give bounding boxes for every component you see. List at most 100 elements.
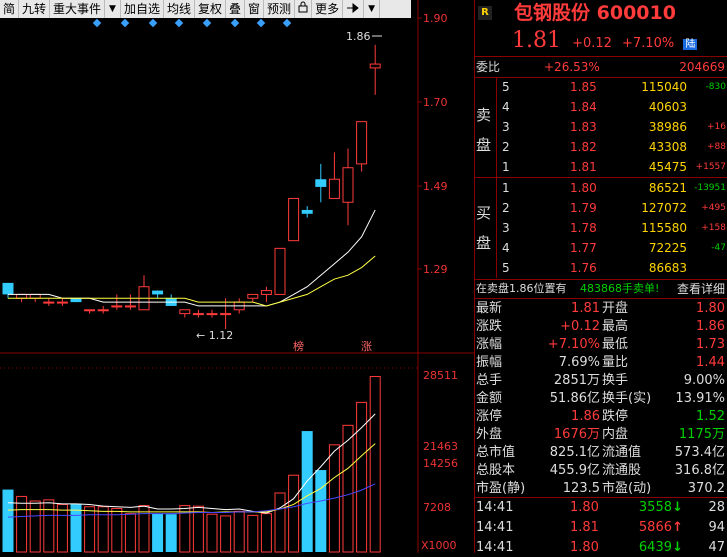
toolbar-window-button[interactable]: 窗 [245, 0, 265, 18]
stat-value: 1.52 [696, 409, 725, 424]
event-marker-icon[interactable] [120, 18, 130, 28]
high-price-label: 1.86 [346, 30, 371, 43]
tick-row: 14:41 1.80 6439 ↓ 47 [474, 539, 727, 557]
volume-bar [84, 506, 96, 553]
candle-body [260, 290, 272, 295]
candle-body [97, 309, 109, 312]
lock-icon[interactable] [295, 0, 313, 18]
volume-bar [220, 515, 232, 553]
price-line: 1.81 +0.12 +7.10% 陆 [512, 28, 698, 54]
sell-row[interactable]: 2 1.82 43308 +88 [474, 138, 727, 156]
stat-value: 1676万 [553, 427, 600, 442]
arrow-up-icon: ↑ [672, 520, 683, 535]
stat-label: 总股本 [476, 463, 516, 478]
buy-row[interactable]: 4 1.77 72225 -47 [474, 239, 727, 257]
order-change: -47 [711, 243, 726, 253]
volume-bar [2, 489, 14, 552]
tag-bang: 榜 [293, 339, 304, 353]
tick-row: 14:41 1.81 5866 ↑ 94 [474, 519, 727, 537]
toolbar-simple-button[interactable]: 简 [0, 0, 20, 18]
stat-value: 1.86 [571, 409, 600, 424]
event-marker-icon[interactable] [174, 18, 184, 28]
toolbar-dropdown-icon[interactable]: ▼ [105, 0, 121, 18]
candle-body [274, 247, 286, 295]
stat-value: 573.4亿 [674, 445, 725, 460]
toolbar-forecast-button[interactable]: 预测 [264, 0, 296, 18]
order-volume: 86521 [648, 181, 687, 195]
stat-value: 1.81 [571, 301, 600, 316]
order-volume: 86683 [648, 261, 687, 275]
order-price: 1.78 [570, 221, 597, 235]
event-marker-icon[interactable] [282, 18, 292, 28]
toolbar-overlay-button[interactable]: 叠 [226, 0, 246, 18]
candle-body [111, 305, 123, 308]
sell-row[interactable]: 3 1.83 38986 +16 [474, 118, 727, 136]
event-marker-icon[interactable] [202, 18, 212, 28]
order-change: +495 [701, 203, 726, 213]
toolbar-more-button[interactable]: 更多 [312, 0, 344, 18]
order-volume: 127072 [641, 201, 687, 215]
buy-row[interactable]: 5 1.76 86683 [474, 259, 727, 277]
tick-time: 14:41 [476, 500, 514, 515]
event-marker-icon[interactable] [92, 18, 102, 28]
notice-detail-link[interactable]: 查看详细 [677, 280, 725, 298]
tick-row: 14:41 1.80 3558 ↓ 28 [474, 499, 727, 517]
weibi-pct: +26.53% [544, 60, 600, 74]
stat-value: 123.5 [562, 481, 600, 496]
order-level: 3 [502, 221, 510, 235]
stat-label: 最新 [476, 301, 503, 316]
stat-value: 13.91% [675, 391, 725, 406]
event-marker-icon[interactable] [148, 18, 158, 28]
volume-bar [56, 503, 68, 553]
toolbar-major-events-button[interactable]: 重大事件 [50, 0, 106, 18]
toolbar-ma-button[interactable]: 均线 [164, 0, 195, 18]
buy-row[interactable]: 3 1.78 115580 +158 [474, 219, 727, 237]
price-axis-label: 1.90 [423, 12, 448, 25]
toolbar-adjust-button[interactable]: 复权 [195, 0, 227, 18]
volume-bar [301, 431, 313, 552]
candle-body [220, 313, 232, 316]
price-axis-label: 1.49 [423, 180, 448, 193]
price-axis-label: 1.70 [423, 96, 448, 109]
stat-value: 2851万 [553, 373, 600, 388]
stat-label: 换手 [602, 373, 629, 388]
order-level: 1 [502, 181, 510, 195]
order-volume: 72225 [648, 241, 687, 255]
buy-row[interactable]: 1 1.80 86521 -13951 [474, 179, 727, 197]
quote-panel: R 包钢股份 600010 1.81 +0.12 +7.10% 陆 委比 +26… [474, 0, 727, 555]
sell-row[interactable]: 4 1.84 40603 [474, 98, 727, 116]
buy-row[interactable]: 2 1.79 127072 +495 [474, 199, 727, 217]
kline-chart[interactable]: 1.90 1.70 1.49 1.29 28511 21463 14256 7208 X1000… [0, 0, 474, 553]
stat-row: 涨跌 +0.12 最高 1.86 [474, 318, 727, 336]
stat-row: 总市值 825.1亿 流通值 573.4亿 [474, 444, 727, 462]
event-marker-icon[interactable] [256, 18, 266, 28]
candle-body [124, 305, 136, 308]
price-change-pct: +7.10% [622, 36, 675, 51]
toolbar-jiuzhuan-button[interactable]: 九转 [19, 0, 51, 18]
order-level: 3 [502, 120, 510, 134]
stat-value: 1.73 [696, 337, 725, 352]
tick-time: 14:41 [476, 520, 514, 535]
stat-row: 外盘 1676万 内盘 1175万 [474, 426, 727, 444]
stat-row: 涨幅 +7.10% 最低 1.73 [474, 336, 727, 354]
stat-label: 涨幅 [476, 337, 503, 352]
toolbar-add-watchlist-button[interactable]: 加自选 [121, 0, 164, 18]
stat-label: 流通股 [602, 463, 642, 478]
candle-body [70, 298, 82, 303]
volume-bar [152, 513, 164, 552]
stat-row: 总股本 455.9亿 流通股 316.8亿 [474, 462, 727, 480]
order-level: 5 [502, 261, 510, 275]
tick-count: 47 [708, 540, 725, 555]
toolbar-pin-dropdown-icon[interactable]: ▼ [364, 0, 380, 18]
tick-price: 1.80 [570, 500, 599, 515]
tick-volume: 5866 [638, 520, 672, 535]
stat-value: 1.80 [696, 301, 725, 316]
order-level: 2 [502, 140, 510, 154]
stat-label: 跌停 [602, 409, 629, 424]
sell-row[interactable]: 1 1.81 45475 +1557 [474, 158, 727, 176]
stat-label: 流通值 [602, 445, 642, 460]
order-price: 1.82 [570, 140, 597, 154]
sell-row[interactable]: 5 1.85 115040 -830 [474, 78, 727, 96]
pin-icon[interactable] [343, 0, 365, 18]
event-marker-icon[interactable] [230, 18, 240, 28]
